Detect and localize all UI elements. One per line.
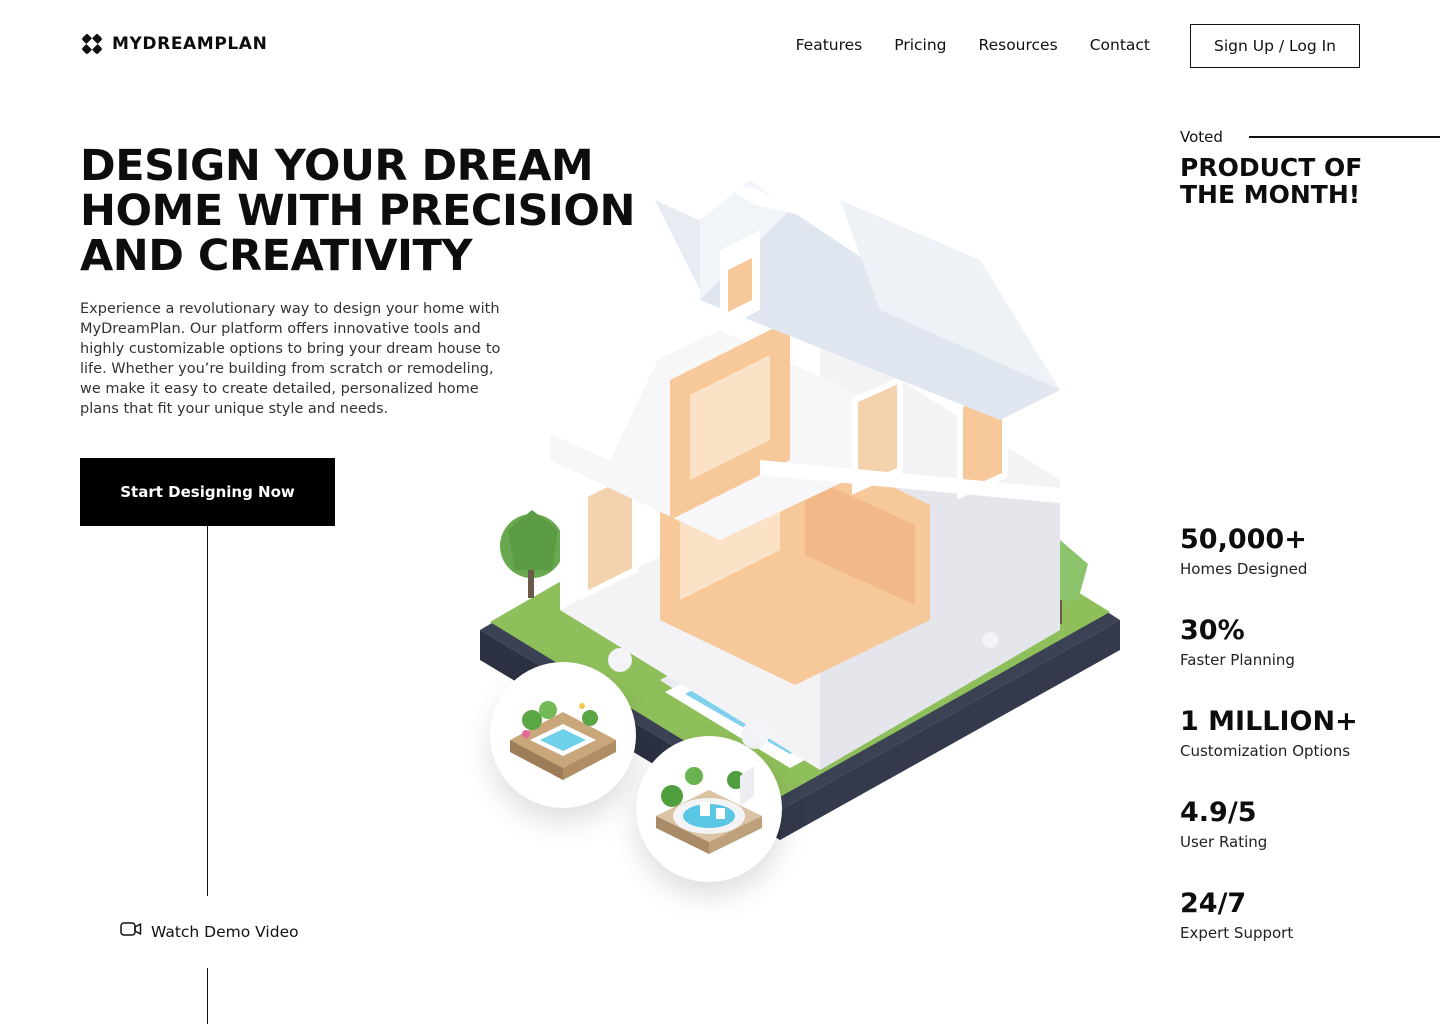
stat-item: 30% Faster Planning (1180, 615, 1358, 706)
stat-value: 24/7 (1180, 888, 1247, 919)
signup-login-button[interactable]: Sign Up / Log In (1190, 24, 1360, 68)
nav-item-resources[interactable]: Resources (979, 36, 1058, 54)
voted-divider (1249, 136, 1440, 138)
brand-name: MYDREAMPLAN (112, 34, 268, 54)
main-nav: Features Pricing Resources Contact (796, 36, 1150, 54)
hero-description: Experience a revolutionary way to design… (80, 301, 501, 417)
stats-list: 50,000+ Homes Designed 30% Faster Planni… (1180, 524, 1358, 979)
voted-label: Voted (1180, 128, 1223, 146)
stat-item: 1 MILLION+ Customization Options (1180, 706, 1358, 797)
watch-demo-link[interactable]: Watch Demo Video (120, 921, 299, 942)
garden-thumbnail[interactable] (490, 662, 636, 808)
stat-label: Homes Designed (1180, 560, 1308, 578)
pool-thumbnail[interactable] (636, 736, 782, 882)
stat-label: User Rating (1180, 833, 1268, 851)
start-designing-button[interactable]: Start Designing Now (80, 458, 335, 526)
nav-item-features[interactable]: Features (796, 36, 863, 54)
stat-item: 4.9/5 User Rating (1180, 797, 1358, 888)
watch-demo-label: Watch Demo Video (151, 922, 299, 941)
stat-value: 50,000+ (1180, 524, 1307, 555)
stat-value: 1 MILLION+ (1180, 706, 1358, 737)
stat-label: Faster Planning (1180, 651, 1295, 669)
brand-logo[interactable]: MYDREAMPLAN (82, 34, 267, 54)
stat-label: Expert Support (1180, 924, 1294, 942)
stat-item: 50,000+ Homes Designed (1180, 524, 1358, 615)
stat-label: Customization Options (1180, 742, 1351, 760)
video-camera-icon (120, 921, 142, 942)
award-title: PRODUCT OF THE MONTH! (1180, 153, 1363, 209)
logo-icon (82, 34, 102, 54)
stat-value: 4.9/5 (1180, 797, 1257, 828)
stat-value: 30% (1180, 615, 1245, 646)
stat-item: 24/7 Expert Support (1180, 888, 1358, 979)
nav-item-contact[interactable]: Contact (1090, 36, 1150, 54)
nav-item-pricing[interactable]: Pricing (894, 36, 946, 54)
divider-line (207, 526, 208, 896)
divider-line (207, 968, 208, 1024)
